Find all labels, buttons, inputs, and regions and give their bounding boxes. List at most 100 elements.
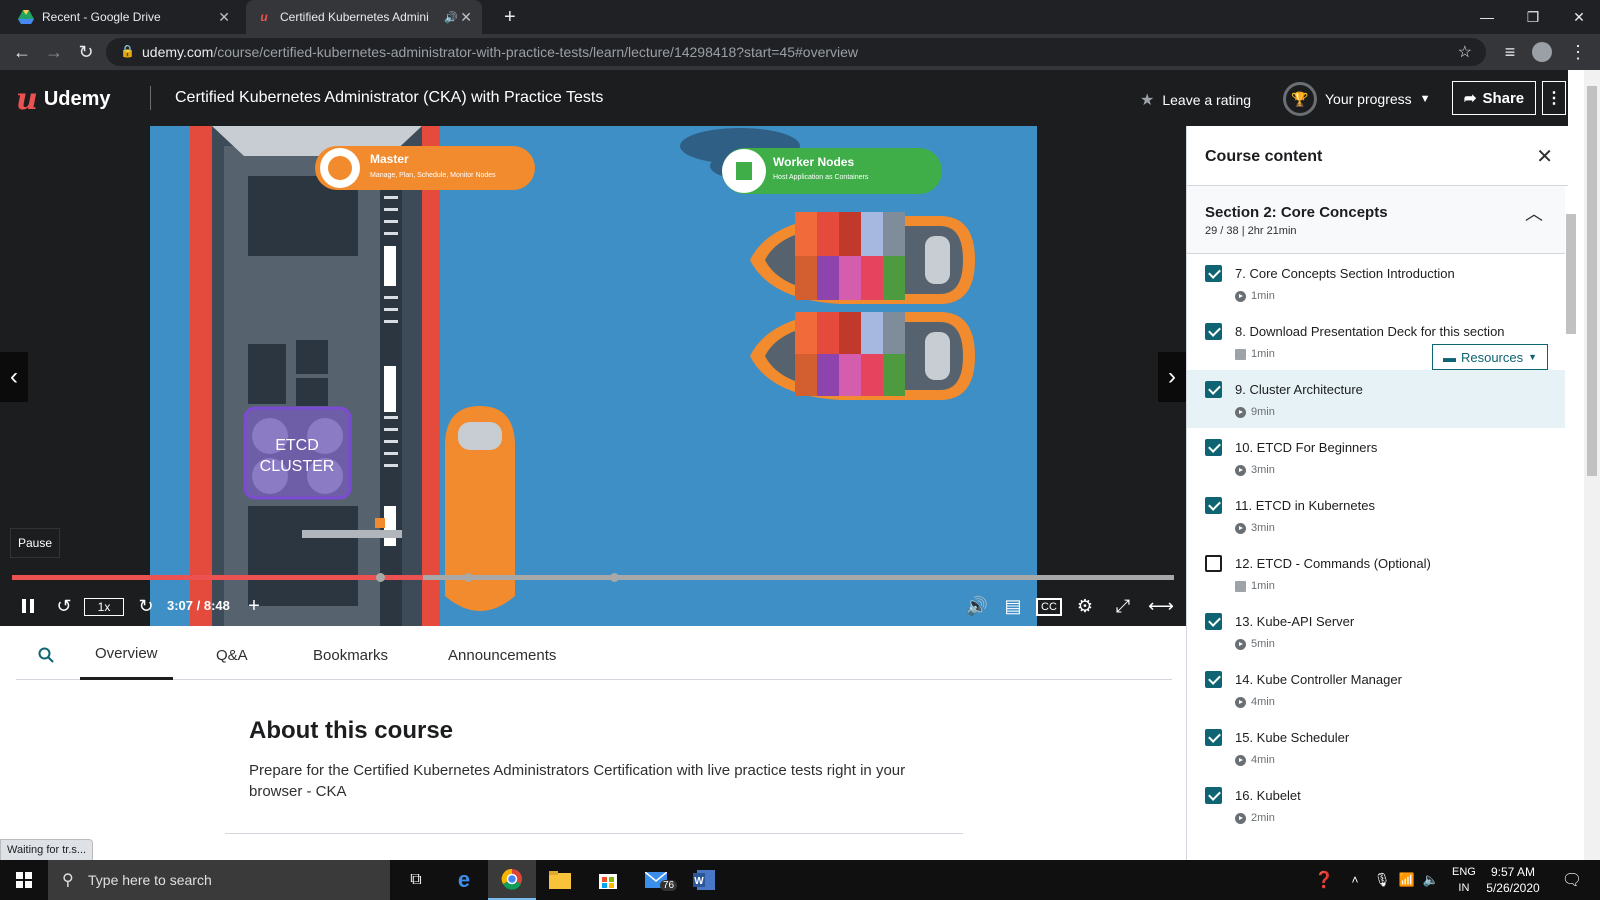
close-tab-icon[interactable]: ✕ (460, 9, 472, 26)
sidebar-scrollbar[interactable] (1566, 190, 1578, 852)
add-bookmark-icon[interactable]: + (242, 592, 266, 620)
browser-menu-icon[interactable]: ⋮ (1566, 40, 1590, 64)
windows-start-icon[interactable] (0, 860, 48, 900)
chevron-up-icon[interactable]: ︿ (1525, 200, 1543, 226)
edge-icon[interactable]: e (440, 860, 488, 900)
previous-lecture-button[interactable]: ‹ (0, 352, 28, 402)
expand-width-icon[interactable]: ⟷ (1146, 592, 1176, 620)
chrome-icon[interactable] (488, 860, 536, 900)
rewind-icon[interactable]: ↺ (52, 592, 76, 620)
lecture-item[interactable]: 9. Cluster Architecture 9min (1187, 370, 1565, 428)
close-tab-icon[interactable]: ✕ (218, 9, 230, 26)
minimize-icon[interactable]: — (1464, 0, 1510, 34)
bookmark-star-icon[interactable]: ☆ (1458, 42, 1472, 62)
file-explorer-icon[interactable] (536, 860, 584, 900)
task-view-icon[interactable]: ⧉ (392, 860, 440, 900)
completion-checkbox[interactable] (1205, 439, 1222, 456)
lecture-item[interactable]: 13. Kube-API Server 5min (1187, 602, 1565, 660)
master-title: Master (370, 152, 409, 166)
lecture-item[interactable]: 11. ETCD in Kubernetes 3min (1187, 486, 1565, 544)
fullscreen-icon[interactable]: ⤢ (1110, 592, 1136, 620)
audio-playing-icon[interactable]: 🔊 (444, 11, 458, 24)
resources-button[interactable]: ▬ Resources ▼ (1432, 344, 1548, 370)
lecture-title: 11. ETCD in Kubernetes (1235, 498, 1375, 513)
tray-expand-icon[interactable]: ˄ (1344, 860, 1366, 900)
more-options-button[interactable]: ⋮ (1542, 81, 1566, 115)
sidebar-title: Course content (1205, 148, 1323, 165)
close-window-icon[interactable]: ✕ (1556, 0, 1600, 34)
bookmark-marker[interactable] (464, 573, 473, 582)
next-lecture-button[interactable]: › (1158, 352, 1186, 402)
taskbar-search-input[interactable]: ⚲ Type here to search (48, 860, 390, 900)
wifi-icon[interactable]: 📶 (1396, 860, 1418, 900)
maximize-icon[interactable]: ❐ (1510, 0, 1556, 34)
playback-rate-button[interactable]: 1x (84, 598, 124, 616)
browser-tab-drive[interactable]: Recent - Google Drive ✕ (8, 0, 240, 34)
mail-icon[interactable]: 76 (632, 860, 680, 900)
transcript-icon[interactable]: ▤ (1000, 592, 1026, 620)
forward-icon[interactable]: ↻ (134, 592, 158, 620)
reload-icon[interactable]: ↻ (74, 40, 98, 64)
chevron-down-icon: ▼ (1528, 352, 1538, 362)
your-progress-button[interactable]: 🏆 Your progress ▼ (1283, 82, 1431, 116)
notifications-icon[interactable]: 🗨 (1552, 860, 1592, 900)
forward-arrow-icon[interactable]: → (42, 40, 66, 64)
logo-text: Udemy (43, 88, 111, 110)
video-progress-bar[interactable] (12, 573, 1174, 582)
tab-qa[interactable]: Q&A (216, 630, 248, 680)
microphone-icon[interactable]: 🎙 (1372, 860, 1392, 900)
lecture-item[interactable]: 12. ETCD - Commands (Optional) 1min (1187, 544, 1565, 602)
language-indicator[interactable]: ENG IN (1452, 864, 1476, 896)
store-icon[interactable] (584, 860, 632, 900)
settings-gear-icon[interactable]: ⚙ (1072, 592, 1098, 620)
completion-checkbox[interactable] (1205, 265, 1222, 282)
captions-icon[interactable]: CC (1036, 598, 1062, 616)
media-controls-icon[interactable]: ≡ (1498, 40, 1522, 64)
lecture-item[interactable]: 14. Kube Controller Manager 4min (1187, 660, 1565, 718)
close-icon[interactable]: ✕ (1536, 144, 1553, 169)
about-heading: About this course (249, 717, 454, 744)
profile-avatar-icon[interactable] (1530, 40, 1554, 64)
share-button[interactable]: ➦ Share (1452, 81, 1536, 115)
search-icon[interactable] (34, 630, 58, 680)
lecture-item[interactable]: 15. Kube Scheduler 4min (1187, 718, 1565, 776)
tab-bookmarks[interactable]: Bookmarks (313, 630, 388, 680)
volume-icon[interactable]: 🔊 (964, 592, 990, 620)
tab-announcements[interactable]: Announcements (448, 630, 556, 680)
completion-checkbox[interactable] (1205, 613, 1222, 630)
completion-checkbox[interactable] (1205, 729, 1222, 746)
lecture-tabs: Overview Q&A Bookmarks Announcements (16, 630, 1172, 680)
speaker-icon[interactable]: 🔈 (1420, 860, 1442, 900)
word-icon[interactable]: W (680, 860, 728, 900)
back-arrow-icon[interactable]: ← (10, 40, 34, 64)
tab-overview[interactable]: Overview (80, 630, 173, 680)
completion-checkbox[interactable] (1205, 671, 1222, 688)
url-field[interactable]: 🔒 udemy.com/course/certified-kubernetes-… (106, 38, 1486, 66)
bookmark-marker[interactable] (376, 573, 385, 582)
completion-checkbox[interactable] (1205, 555, 1222, 572)
video-player[interactable]: ETCD CLUSTER Master Manage, Plan, Schedu… (0, 126, 1186, 626)
completion-checkbox[interactable] (1205, 381, 1222, 398)
lecture-item[interactable]: 16. Kubelet 2min (1187, 776, 1565, 834)
pause-icon[interactable] (16, 592, 40, 620)
help-icon[interactable]: ❓ (1310, 860, 1338, 900)
completion-checkbox[interactable] (1205, 323, 1222, 340)
sidebar-scroll-thumb[interactable] (1566, 214, 1576, 334)
browser-tab-udemy[interactable]: u Certified Kubernetes Admini 🔊 ✕ (246, 0, 482, 34)
page-scrollbar[interactable] (1584, 70, 1600, 860)
lecture-title: 14. Kube Controller Manager (1235, 672, 1402, 687)
lecture-item[interactable]: 10. ETCD For Beginners 3min (1187, 428, 1565, 486)
udemy-logo[interactable]: u Udemy (16, 82, 111, 117)
completion-checkbox[interactable] (1205, 497, 1222, 514)
page-scroll-thumb[interactable] (1587, 86, 1597, 476)
completion-checkbox[interactable] (1205, 787, 1222, 804)
taskbar-clock[interactable]: 9:57 AM 5/26/2020 (1478, 864, 1548, 896)
play-circle-icon (1235, 406, 1246, 418)
lecture-item[interactable]: 7. Core Concepts Section Introduction 1mi… (1187, 254, 1565, 312)
new-tab-button[interactable]: + (494, 0, 526, 34)
leave-rating-button[interactable]: ★ Leave a rating (1140, 90, 1251, 110)
course-title[interactable]: Certified Kubernetes Administrator (CKA)… (175, 89, 603, 107)
section-header[interactable]: Section 2: Core Concepts 29 / 38 | 2hr 2… (1187, 186, 1565, 254)
master-subtitle: Manage, Plan, Schedule, Monitor Nodes (370, 172, 496, 179)
bookmark-marker[interactable] (610, 573, 619, 582)
